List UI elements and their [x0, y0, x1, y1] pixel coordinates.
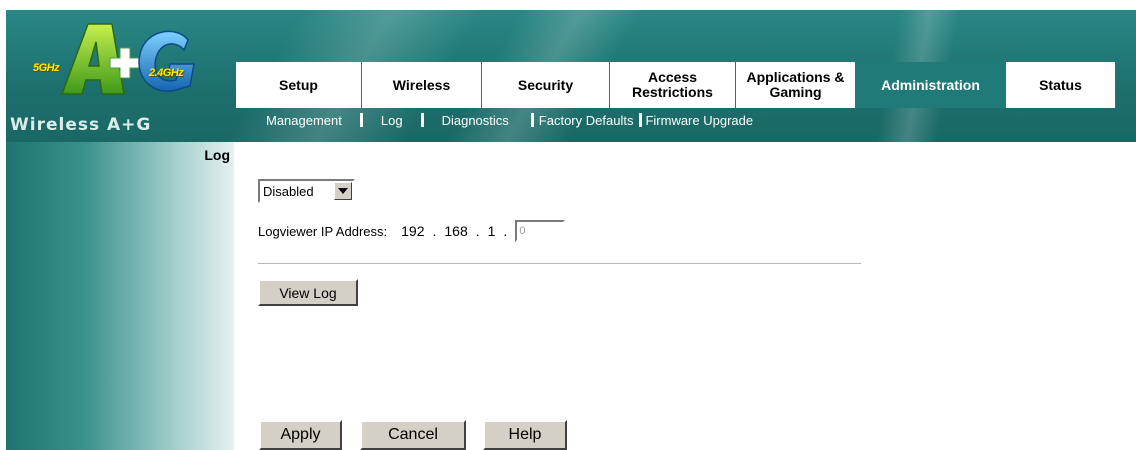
sub-navigation: Management Log Diagnostics Factory Defau…	[266, 108, 753, 132]
help-button[interactable]: Help	[483, 420, 567, 450]
tab-security[interactable]: Security	[482, 62, 610, 108]
subnav-separator	[530, 113, 534, 127]
main-content: Disabled Logviewer IP Address: 192 . 168…	[234, 142, 1136, 450]
subnav-factory-defaults[interactable]: Factory Defaults	[539, 113, 634, 128]
ip-dot: .	[475, 223, 480, 239]
product-logo: 5GHz 2.4GHz Wireless A+G	[6, 10, 234, 142]
band-5ghz-label: 5GHz	[33, 62, 60, 74]
cancel-button[interactable]: Cancel	[360, 420, 466, 450]
subnav-separator	[639, 113, 643, 127]
section-label: Log	[204, 147, 230, 163]
brand-name: Wireless A+G	[10, 115, 152, 135]
tab-setup[interactable]: Setup	[236, 62, 362, 108]
main-tabs: Setup Wireless Security Access Restricti…	[236, 62, 1116, 108]
ip-octet-4-input[interactable]	[515, 220, 566, 242]
ip-octet-2: 168	[444, 223, 468, 239]
ip-octet-1: 192	[401, 223, 425, 239]
apply-button[interactable]: Apply	[259, 420, 342, 450]
band-24ghz-label: 2.4GHz	[149, 67, 184, 79]
log-enable-select[interactable]: Disabled	[258, 179, 355, 203]
subnav-log[interactable]: Log	[381, 113, 403, 128]
tab-administration[interactable]: Administration	[856, 62, 1006, 108]
subnav-diagnostics[interactable]: Diagnostics	[442, 113, 509, 128]
header-banner: 5GHz 2.4GHz Wireless A+G Setup Wireless …	[6, 10, 1136, 142]
view-log-button[interactable]: View Log	[258, 279, 358, 306]
tab-wireless[interactable]: Wireless	[362, 62, 482, 108]
subnav-separator	[420, 113, 424, 127]
ip-octet-3: 1	[487, 223, 496, 239]
ip-dot: .	[503, 223, 508, 239]
ag-logo-graphic	[60, 23, 195, 95]
tab-status[interactable]: Status	[1006, 62, 1116, 108]
tab-applications-gaming[interactable]: Applications & Gaming	[736, 62, 856, 108]
dropdown-arrow-icon[interactable]	[334, 182, 352, 200]
ip-dot: .	[432, 223, 437, 239]
subnav-firmware-upgrade[interactable]: Firmware Upgrade	[645, 113, 753, 128]
left-panel: Log	[6, 142, 234, 450]
section-divider	[258, 263, 861, 265]
subnav-separator	[359, 113, 363, 127]
log-enable-select-value: Disabled	[263, 183, 314, 199]
logviewer-ip-label: Logviewer IP Address:	[258, 223, 388, 239]
logviewer-ip-row: Logviewer IP Address: 192 . 168 . 1 .	[258, 220, 566, 242]
tab-access-restrictions[interactable]: Access Restrictions	[610, 62, 736, 108]
subnav-management[interactable]: Management	[266, 113, 342, 128]
